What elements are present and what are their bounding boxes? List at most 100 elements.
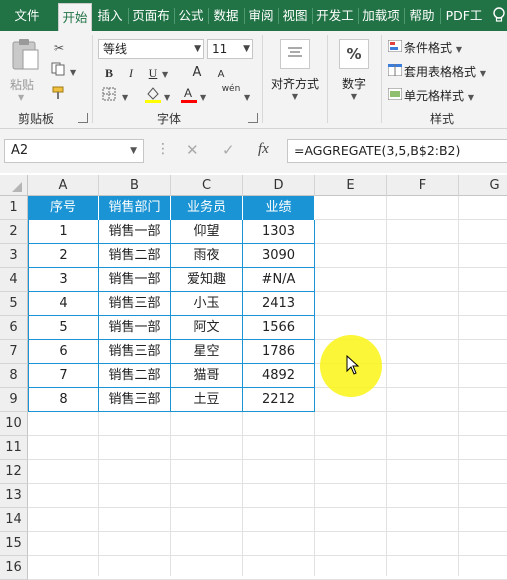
table-cell[interactable]: 1: [28, 220, 99, 244]
row-header-13[interactable]: 13: [0, 484, 28, 508]
tab-review[interactable]: 审阅: [246, 0, 276, 31]
bold-button[interactable]: B: [100, 64, 118, 82]
insert-function-icon[interactable]: fx: [258, 141, 269, 158]
table-cell[interactable]: 3090: [243, 244, 315, 268]
table-cell[interactable]: 5: [28, 316, 99, 340]
table-cell[interactable]: 4892: [243, 364, 315, 388]
table-cell[interactable]: 销售二部: [99, 244, 171, 268]
chevron-down-icon[interactable]: ▼: [244, 93, 250, 102]
table-header-cell[interactable]: 业务员: [171, 196, 243, 220]
table-cell[interactable]: 土豆: [171, 388, 243, 412]
table-cell[interactable]: 雨夜: [171, 244, 243, 268]
table-cell[interactable]: 小玉: [171, 292, 243, 316]
paste-button[interactable]: 粘贴 ▼: [10, 37, 42, 107]
row-header-9[interactable]: 9: [0, 388, 28, 412]
column-header-g[interactable]: G: [459, 175, 507, 196]
tab-insert[interactable]: 插入: [94, 0, 126, 31]
table-cell[interactable]: 2212: [243, 388, 315, 412]
borders-icon[interactable]: [100, 87, 118, 105]
table-cell[interactable]: 销售三部: [99, 388, 171, 412]
select-all-corner[interactable]: [0, 175, 28, 196]
column-header-c[interactable]: C: [171, 175, 243, 196]
row-header-11[interactable]: 11: [0, 436, 28, 460]
table-cell[interactable]: 2413: [243, 292, 315, 316]
table-cell[interactable]: 1303: [243, 220, 315, 244]
column-header-f[interactable]: F: [387, 175, 459, 196]
enter-icon[interactable]: ✓: [222, 141, 235, 159]
lightbulb-icon[interactable]: [490, 0, 507, 31]
table-cell[interactable]: 销售三部: [99, 292, 171, 316]
tab-file[interactable]: 文件: [6, 0, 48, 31]
row-header-16[interactable]: 16: [0, 556, 28, 580]
table-cell[interactable]: 3: [28, 268, 99, 292]
chevron-down-icon[interactable]: ▼: [164, 93, 170, 102]
table-cell[interactable]: 仰望: [171, 220, 243, 244]
dialog-launcher-icon[interactable]: [78, 113, 88, 123]
row-header-10[interactable]: 10: [0, 412, 28, 436]
font-size-select[interactable]: 11 ▼: [207, 39, 253, 59]
row-header-15[interactable]: 15: [0, 532, 28, 556]
format-as-table-button[interactable]: 套用表格格式 ▼: [387, 62, 486, 82]
name-box[interactable]: A2 ▼: [4, 139, 144, 163]
tab-developer[interactable]: 开发工: [314, 0, 356, 31]
dialog-launcher-icon[interactable]: [248, 113, 258, 123]
number-format-button[interactable]: % 数字 ▼: [334, 37, 374, 107]
font-color-icon[interactable]: A: [180, 85, 198, 103]
row-header-3[interactable]: 3: [0, 244, 28, 268]
tab-home[interactable]: 开始: [58, 3, 92, 31]
row-header-1[interactable]: 1: [0, 196, 28, 220]
table-cell[interactable]: 8: [28, 388, 99, 412]
chevron-down-icon[interactable]: ▼: [130, 140, 137, 162]
chevron-down-icon[interactable]: ▼: [200, 93, 206, 102]
tab-view[interactable]: 视图: [280, 0, 310, 31]
column-header-a[interactable]: A: [28, 175, 99, 196]
tab-help[interactable]: 帮助: [406, 0, 438, 31]
table-cell[interactable]: 销售一部: [99, 316, 171, 340]
row-header-7[interactable]: 7: [0, 340, 28, 364]
table-cell[interactable]: 销售二部: [99, 364, 171, 388]
tab-formulas[interactable]: 公式: [176, 0, 206, 31]
table-cell[interactable]: #N/A: [243, 268, 315, 292]
chevron-down-icon[interactable]: ▼: [18, 93, 42, 102]
row-header-5[interactable]: 5: [0, 292, 28, 316]
table-cell[interactable]: 猫哥: [171, 364, 243, 388]
table-cell[interactable]: 7: [28, 364, 99, 388]
table-cell[interactable]: 1566: [243, 316, 315, 340]
font-name-select[interactable]: 等线 ▼: [98, 39, 204, 59]
grow-font-button[interactable]: A: [188, 64, 206, 82]
tab-addins[interactable]: 加载项: [360, 0, 402, 31]
table-cell[interactable]: 6: [28, 340, 99, 364]
table-cell[interactable]: 销售三部: [99, 340, 171, 364]
tab-data[interactable]: 数据: [210, 0, 242, 31]
worksheet-grid[interactable]: ABCDEFG 1 2 3 4 5 6 7 8 9 10 11 12 13 14 15 16 序号 销售部门 业务…: [0, 173, 507, 580]
row-header-6[interactable]: 6: [0, 316, 28, 340]
cell-styles-button[interactable]: 单元格样式 ▼: [387, 86, 474, 106]
row-header-4[interactable]: 4: [0, 268, 28, 292]
formula-input[interactable]: =AGGREGATE(3,5,B$2:B2): [287, 139, 507, 163]
row-header-12[interactable]: 12: [0, 460, 28, 484]
table-cell[interactable]: 销售一部: [99, 220, 171, 244]
phonetic-guide-button[interactable]: wén: [218, 84, 244, 102]
alignment-button[interactable]: 对齐方式 ▼: [270, 37, 320, 107]
drag-handle-icon[interactable]: ⋮: [156, 141, 170, 157]
underline-button[interactable]: U: [144, 64, 162, 82]
tab-page-layout[interactable]: 页面布: [130, 0, 172, 31]
chevron-down-icon[interactable]: ▼: [122, 93, 128, 102]
copy-icon[interactable]: [50, 62, 68, 80]
table-header-cell[interactable]: 序号: [28, 196, 99, 220]
column-header-d[interactable]: D: [243, 175, 315, 196]
column-header-e[interactable]: E: [315, 175, 387, 196]
cut-icon[interactable]: ✂: [50, 39, 68, 57]
conditional-formatting-button[interactable]: 条件格式 ▼: [387, 38, 462, 58]
table-header-cell[interactable]: 销售部门: [99, 196, 171, 220]
tab-pdf-tools[interactable]: PDF工: [442, 0, 486, 31]
table-cell[interactable]: 1786: [243, 340, 315, 364]
chevron-down-icon[interactable]: ▼: [162, 70, 168, 79]
shrink-font-button[interactable]: A: [212, 66, 230, 84]
row-header-8[interactable]: 8: [0, 364, 28, 388]
chevron-down-icon[interactable]: ▼: [70, 68, 76, 77]
cancel-icon[interactable]: ✕: [186, 141, 199, 159]
table-header-cell[interactable]: 业绩: [243, 196, 315, 220]
column-header-b[interactable]: B: [99, 175, 171, 196]
italic-button[interactable]: I: [122, 64, 140, 82]
